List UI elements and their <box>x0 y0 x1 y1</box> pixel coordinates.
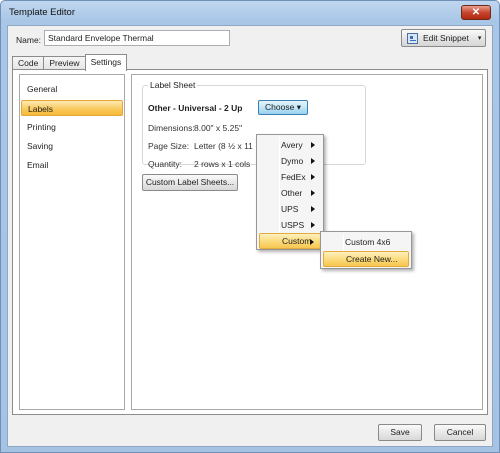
sidebar-item-labels[interactable]: Labels <box>21 100 123 116</box>
menu-item-fedex[interactable]: FedEx <box>259 169 321 185</box>
choose-label: Choose <box>265 102 295 112</box>
chevron-right-icon <box>311 174 315 180</box>
dimensions-label: Dimensions: <box>148 123 195 133</box>
sidebar-item-saving[interactable]: Saving <box>21 138 123 154</box>
quantity-row: Quantity: 2 rows x 1 cols <box>148 159 250 169</box>
choose-button[interactable]: Choose ▾ <box>258 100 308 115</box>
tab-strip: Code Preview Settings <box>12 54 128 71</box>
settings-panel: General Labels Printing Saving Email Lab… <box>12 69 488 415</box>
dimensions-row: Dimensions: 8.00" x 5.25" <box>148 123 242 133</box>
menu-item-label: Dymo <box>281 156 304 166</box>
choose-menu: Avery Dymo FedEx Other UPS USPS Custom <box>256 134 324 250</box>
menu-item-usps[interactable]: USPS <box>259 217 321 233</box>
custom-submenu: Custom 4x6 Create New... <box>320 231 412 269</box>
settings-sidebar: General Labels Printing Saving Email <box>19 74 125 410</box>
template-editor-window: Template Editor ✕ Name: Standard Envelop… <box>0 0 500 453</box>
menu-item-custom-4x6[interactable]: Custom 4x6 <box>323 234 409 250</box>
name-label: Name: <box>16 35 42 45</box>
menu-item-label: Avery <box>281 140 303 150</box>
menu-item-label: Other <box>281 188 303 198</box>
chevron-right-icon <box>311 222 315 228</box>
custom-label-sheets-button[interactable]: Custom Label Sheets... <box>142 174 238 191</box>
menu-item-label: USPS <box>281 220 305 230</box>
menu-item-ups[interactable]: UPS <box>259 201 321 217</box>
edit-snippet-button[interactable]: Edit Snippet ▾ <box>401 29 486 47</box>
chevron-right-icon <box>311 142 315 148</box>
close-icon: ✕ <box>471 7 481 18</box>
window-title: Template Editor <box>9 7 76 18</box>
page-size-row: Page Size: Letter (8 ½ x 11 <box>148 141 253 151</box>
menu-item-label: UPS <box>281 204 299 214</box>
chevron-right-icon <box>311 206 315 212</box>
menu-item-label: Custom <box>282 236 312 246</box>
sidebar-item-general[interactable]: General <box>21 81 123 97</box>
chevron-right-icon <box>311 190 315 196</box>
snippet-icon <box>407 32 418 44</box>
edit-snippet-label: Edit Snippet <box>423 33 469 43</box>
sheet-name: Other - Universal - 2 Up <box>148 103 243 113</box>
menu-item-create-new[interactable]: Create New... <box>323 251 409 267</box>
tab-settings[interactable]: Settings <box>84 54 128 71</box>
label-sheet-legend: Label Sheet <box>148 80 198 90</box>
chevron-down-icon: ▾ <box>296 102 301 112</box>
quantity-label: Quantity: <box>148 159 183 169</box>
chevron-right-icon <box>310 239 314 245</box>
save-button[interactable]: Save <box>378 424 422 441</box>
window-client: Name: Standard Envelope Thermal Edit Sni… <box>7 25 493 447</box>
dimensions-value: 8.00" x 5.25" <box>194 123 243 133</box>
menu-item-other[interactable]: Other <box>259 185 321 201</box>
menu-item-label: FedEx <box>281 172 306 182</box>
name-input[interactable]: Standard Envelope Thermal <box>44 30 230 46</box>
menu-item-custom[interactable]: Custom <box>259 233 321 249</box>
title-bar[interactable]: Template Editor ✕ <box>1 1 499 27</box>
page-size-value: Letter (8 ½ x 11 <box>194 141 253 151</box>
menu-item-avery[interactable]: Avery <box>259 137 321 153</box>
quantity-value: 2 rows x 1 cols <box>194 159 251 169</box>
labels-content: Label Sheet Other - Universal - 2 Up Cho… <box>131 74 483 410</box>
cancel-button[interactable]: Cancel <box>434 424 486 441</box>
page-size-label: Page Size: <box>148 141 190 151</box>
sidebar-item-printing[interactable]: Printing <box>21 119 123 135</box>
chevron-right-icon <box>311 158 315 164</box>
close-button[interactable]: ✕ <box>461 5 491 20</box>
chevron-down-icon: ▾ <box>477 35 482 42</box>
menu-item-dymo[interactable]: Dymo <box>259 153 321 169</box>
sidebar-item-email[interactable]: Email <box>21 157 123 173</box>
